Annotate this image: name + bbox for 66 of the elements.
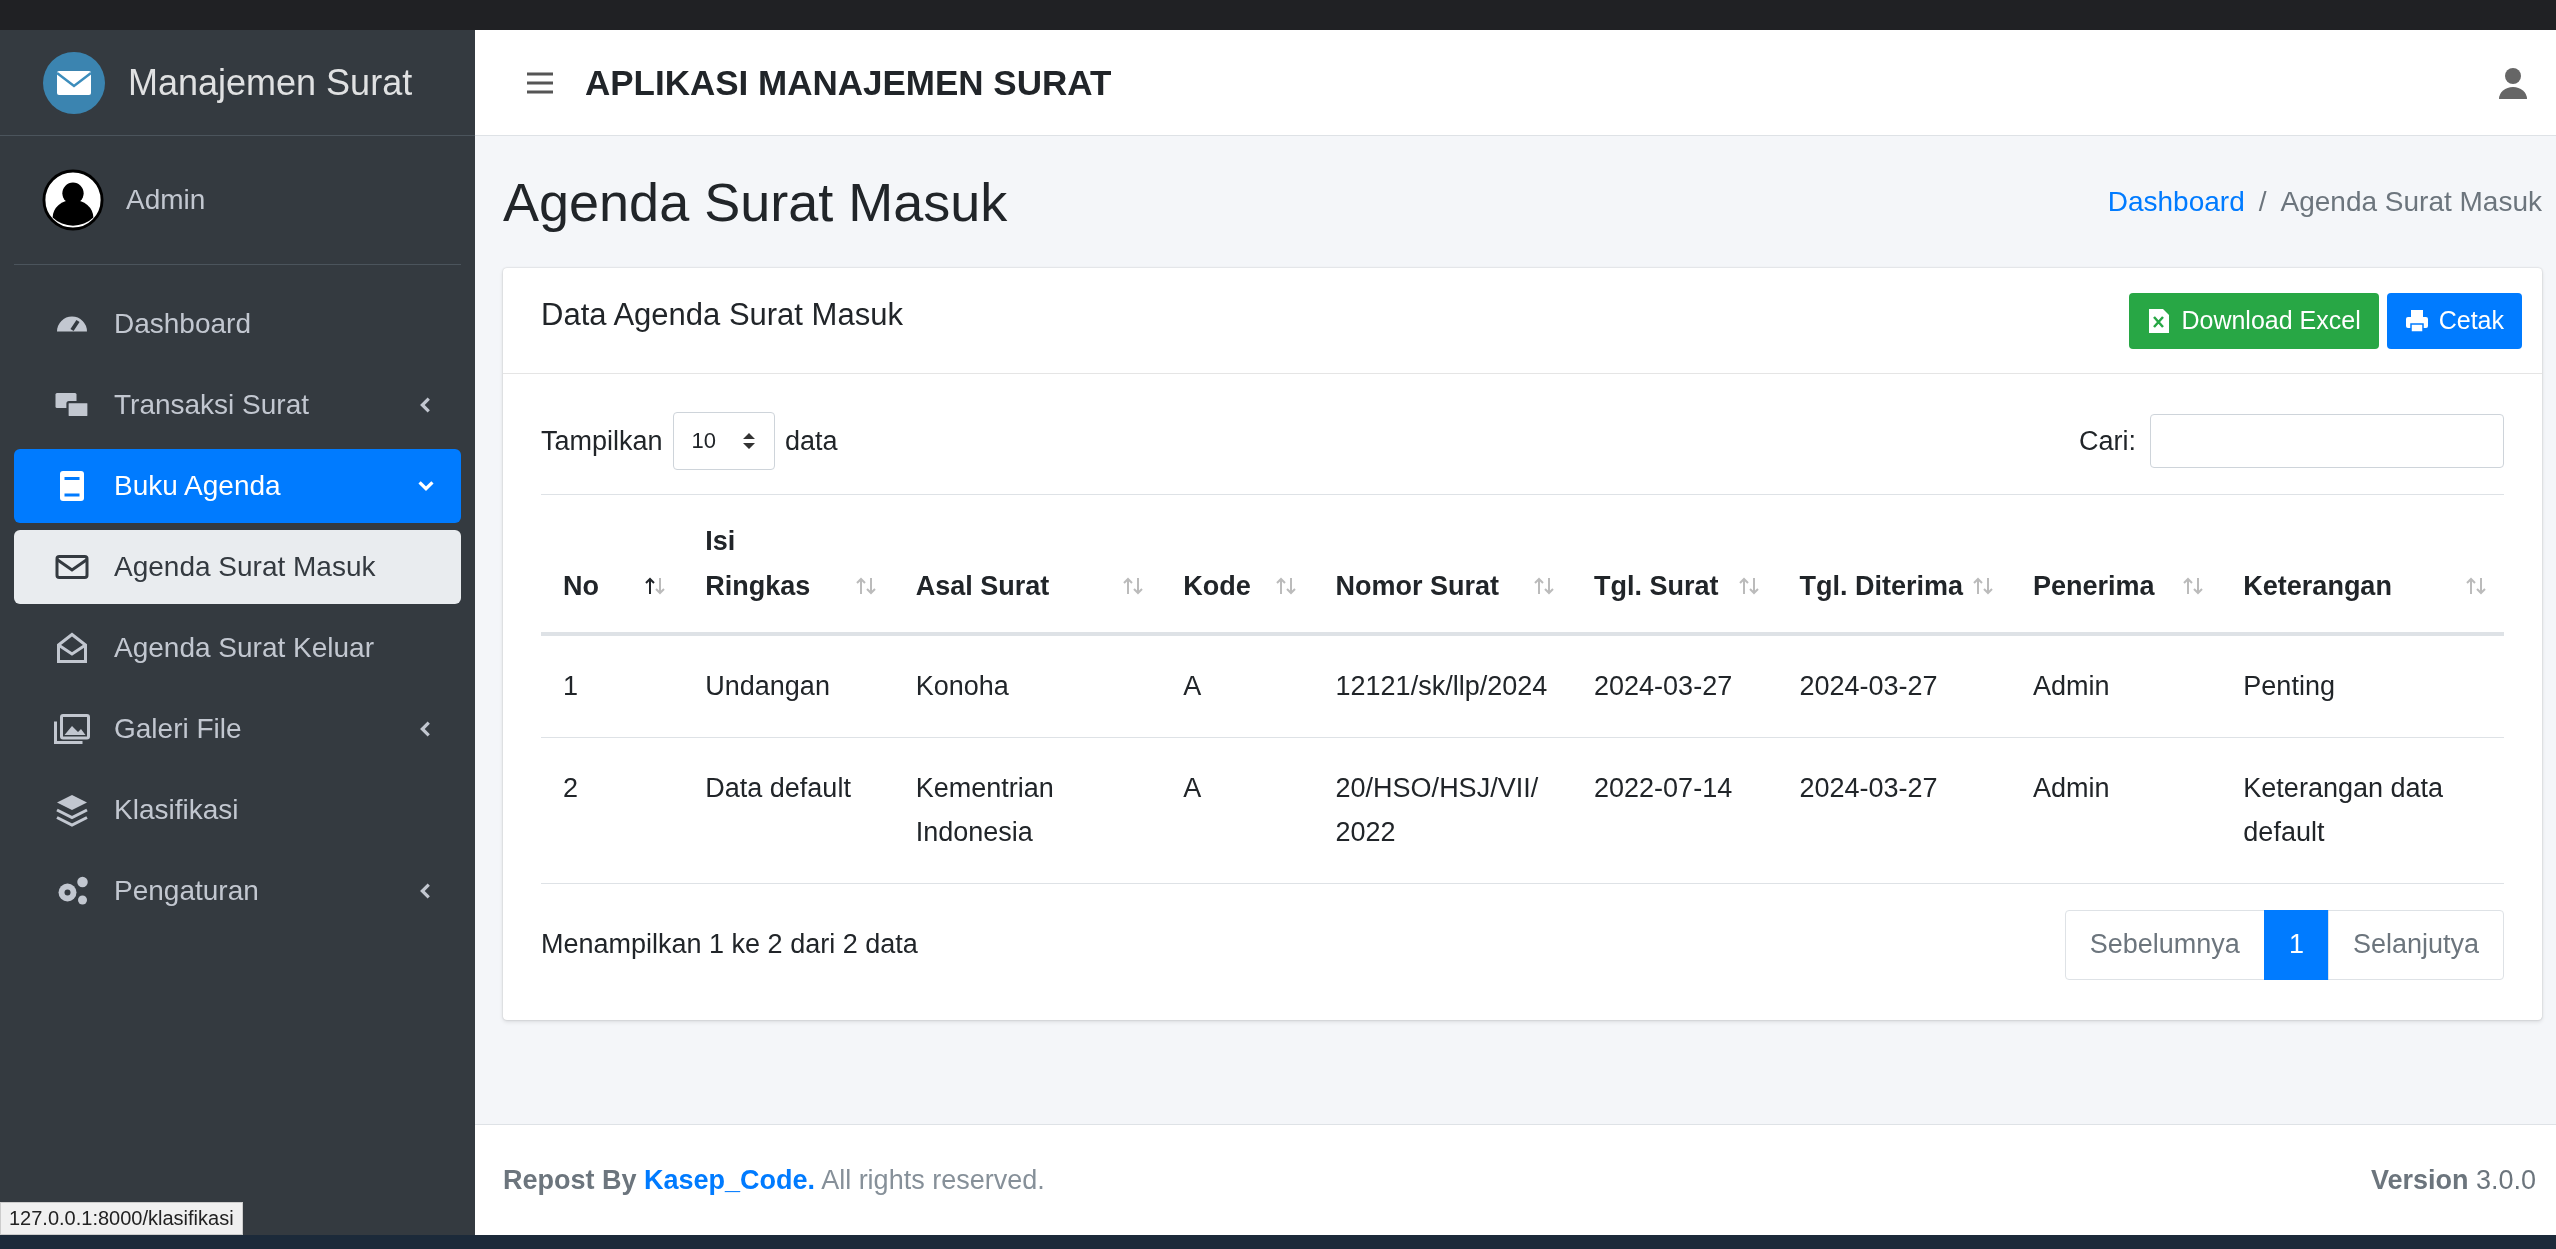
length-label: Tampilkan — [541, 425, 663, 457]
print-button[interactable]: Cetak — [2386, 292, 2522, 349]
page-title: Agenda Surat Masuk — [503, 171, 1008, 233]
table-cell: 20/HSO/HSJ/VII/2022 — [1313, 737, 1573, 884]
breadcrumb-current: Agenda Surat Masuk — [2280, 186, 2542, 218]
layers-icon — [54, 792, 90, 828]
table-cell: 2 — [541, 737, 684, 884]
search-field[interactable] — [2150, 414, 2504, 468]
card-title: Data Agenda Surat Masuk — [541, 296, 903, 333]
table-cell: Penting — [2221, 634, 2504, 738]
table-cell: 2024-03-27 — [1777, 737, 2011, 884]
page-length-select[interactable]: 10 — [672, 412, 776, 470]
app-title: APLIKASI MANAJEMEN SURAT — [585, 62, 1113, 103]
table-cell: A — [1161, 634, 1314, 738]
length-suffix: data — [785, 425, 838, 457]
column-header[interactable]: Penerima — [2010, 495, 2222, 635]
table-cell: Konoha — [893, 634, 1162, 738]
menu-item[interactable]: Agenda Surat Masuk — [14, 530, 461, 604]
avatar-icon — [42, 169, 104, 231]
column-header[interactable]: Nomor Surat — [1313, 495, 1573, 635]
menu-item[interactable]: Buku Agenda — [14, 449, 461, 523]
footer-link[interactable]: Kasep_Code. — [644, 1164, 816, 1195]
status-url: 127.0.0.1:8000/klasifikasi — [0, 1202, 243, 1235]
page-button[interactable]: Selanjutya — [2327, 909, 2504, 980]
menu-item[interactable]: Galeri File — [14, 692, 461, 766]
table-cell: A — [1161, 737, 1314, 884]
version-text: Version 3.0.0 — [2370, 1164, 2536, 1196]
menu-item[interactable]: Dashboard — [14, 287, 461, 361]
column-header[interactable]: Keterangan — [2221, 495, 2504, 635]
updown-icon — [742, 431, 757, 451]
images-icon — [54, 711, 90, 747]
open-envelope-icon — [54, 630, 90, 666]
printer-icon — [2404, 307, 2429, 334]
menu-item[interactable]: Pengaturan — [14, 854, 461, 928]
user-name[interactable]: Admin — [126, 184, 206, 216]
table-cell: 12121/sk/llp/2024 — [1313, 634, 1573, 738]
table-cell: Kementrian Indonesia — [893, 737, 1162, 884]
column-header[interactable]: No — [541, 495, 684, 635]
user-icon[interactable] — [2498, 66, 2528, 99]
table-cell: 2022-07-14 — [1572, 737, 1778, 884]
table-cell: 2024-03-27 — [1572, 634, 1778, 738]
column-header[interactable]: Kode — [1161, 495, 1314, 635]
search-label: Cari: — [2079, 425, 2136, 457]
table-cell: 2024-03-27 — [1777, 634, 2011, 738]
table-cell: Undangan — [683, 634, 894, 738]
table-info: Menampilkan 1 ke 2 dari 2 data — [541, 929, 918, 961]
page-button[interactable]: Sebelumnya — [2064, 909, 2265, 980]
column-header[interactable]: Tgl. Diterima — [1777, 495, 2011, 635]
excel-file-icon — [2147, 307, 2172, 334]
footer-credit: Repost By Kasep_Code. All rights reserved. — [503, 1164, 1045, 1196]
table-cell: Data default — [683, 737, 894, 884]
column-header[interactable]: Asal Surat — [893, 495, 1162, 635]
table-cell: 1 — [541, 634, 684, 738]
table-cell: Admin — [2010, 737, 2222, 884]
menu-item[interactable]: Klasifikasi — [14, 773, 461, 847]
table-cell: Keterangan data default — [2221, 737, 2504, 884]
column-header[interactable]: Isi Ringkas — [683, 495, 894, 635]
column-header[interactable]: Tgl. Surat — [1572, 495, 1778, 635]
envelope-logo-icon — [42, 50, 106, 115]
table-cell: Admin — [2010, 634, 2222, 738]
brand-name[interactable]: Manajemen Surat — [128, 61, 413, 104]
menu-item[interactable]: Agenda Surat Keluar — [14, 611, 461, 685]
page-button[interactable]: 1 — [2263, 909, 2329, 980]
breadcrumb-link[interactable]: Dashboard — [2107, 186, 2245, 218]
breadcrumb-separator: / — [2258, 186, 2267, 218]
menu-item[interactable]: Transaksi Surat — [14, 368, 461, 442]
